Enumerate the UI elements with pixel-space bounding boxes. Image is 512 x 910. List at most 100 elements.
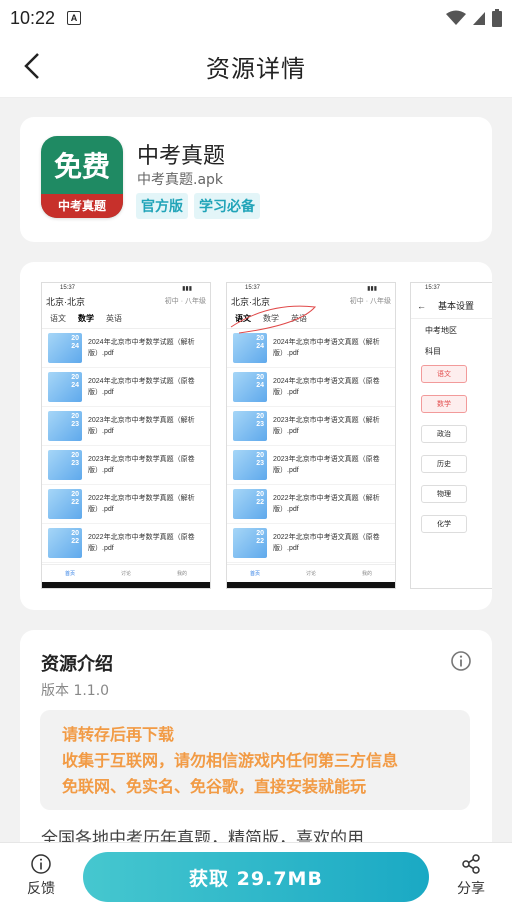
mini-tab: 语文 — [50, 314, 66, 323]
share-icon — [462, 854, 480, 874]
mini-list-item: 20 23 2023年北京市中考数学真题（原卷版）.pdf — [42, 446, 210, 485]
signal-icon — [473, 12, 485, 25]
mini-nav-bar — [42, 582, 210, 588]
app-tags: 官方版 学习必备 — [136, 193, 260, 219]
mini-time: 15:37 — [60, 285, 76, 291]
app-file-name: 中考真题.apk — [137, 172, 224, 188]
tag-study: 学习必备 — [194, 193, 260, 219]
mini-list-item: 20 24 2024年北京市中考数学试题（原卷版）.pdf — [42, 368, 210, 407]
mini-location: 北京·北京 初中 · 八年级 — [42, 293, 210, 309]
app-name: 中考真题 — [137, 144, 226, 169]
mini-item-text: 2024年北京市中考语文真题（原卷版）.pdf — [273, 378, 380, 396]
mini-grade: 初中 · 八年级 — [164, 298, 206, 305]
mini-nav-home: 首页 — [64, 571, 75, 577]
screenshots-card: 15:37 ▮▮▮ 北京·北京 初中 · 八年级 语文 数学 英语 20 24 2024… — [20, 262, 492, 610]
mini-item-text: 2023年北京市中考语文真题（解析版）.pdf — [273, 417, 380, 435]
mini-list-item: 20 23 2023年北京市中考语文真题（原卷版）.pdf — [227, 446, 395, 485]
mini-pill: 化学 — [421, 515, 467, 533]
mini-status: 15:37 ▮▮▮ — [42, 283, 210, 293]
mini-time: 15:37 — [425, 285, 441, 291]
mini-pills: 语文 数学 政治 历史 物理 化学 — [411, 361, 492, 543]
notification-icon: A — [67, 11, 82, 25]
mini-item-text: 2022年北京市中考语文真题（原卷版）.pdf — [273, 534, 380, 552]
mini-title: 基本设置 — [438, 301, 475, 311]
mini-status: 15:37 — [411, 283, 492, 293]
mini-list-item: 20 23 2023年北京市中考数学真题（解析版）.pdf — [42, 407, 210, 446]
mini-pill: 语文 — [421, 365, 467, 383]
mini-list-item: 20 23 2023年北京市中考语文真题（解析版）.pdf — [227, 407, 395, 446]
mini-thumb: 20 24 — [233, 372, 267, 402]
notice-line: 请转存后再下载 — [62, 725, 175, 744]
info-icon[interactable] — [450, 650, 472, 672]
mini-nav-bar — [227, 582, 395, 588]
mini-list-item: 20 24 2024年北京市中考语文真题（原卷版）.pdf — [227, 368, 395, 407]
mini-tab: 英语 — [106, 314, 122, 323]
share-label: 分享 — [457, 881, 485, 897]
mini-thumb: 20 24 — [48, 333, 82, 363]
red-annotation-scribble — [230, 305, 317, 334]
mini-pill: 物理 — [421, 485, 467, 503]
mini-tabs: 语文 数学 英语 — [42, 309, 210, 329]
get-download-button[interactable]: 获取 29.7MB — [83, 852, 429, 902]
mini-thumb: 20 24 — [233, 333, 267, 363]
share-button[interactable]: 分享 — [441, 853, 501, 898]
screenshot-3[interactable]: 15:37 ← 基本设置 中考地区 科目 语文 数学 政治 历史 物理 化学 — [410, 282, 492, 589]
mini-list-item: 20 22 2022年北京市中考语文真题（原卷版）.pdf — [227, 524, 395, 563]
mini-item-text: 2022年北京市中考语文真题（解析版）.pdf — [273, 495, 380, 513]
notice-line: 收集于互联网，请勿相信游戏内任何第三方信息 — [62, 751, 399, 770]
notice-box: 请转存后再下载 收集于互联网，请勿相信游戏内任何第三方信息 免联网、免实名、免谷… — [40, 710, 470, 810]
mini-bottom-nav: 首页 讨论 我的 — [42, 564, 210, 582]
back-arrow-icon — [24, 53, 39, 79]
app-bar: 资源详情 — [0, 36, 512, 98]
mini-thumb: 20 23 — [233, 450, 267, 480]
mini-thumb: 20 24 — [48, 372, 82, 402]
mini-time: 15:37 — [245, 285, 261, 291]
mini-thumb: 20 22 — [233, 528, 267, 558]
mini-pill: 历史 — [421, 455, 467, 473]
feedback-button[interactable]: 反馈 — [11, 853, 71, 898]
mini-list-item: 20 22 2022年北京市中考数学真题（解析版）.pdf — [42, 485, 210, 524]
mini-item-text: 2024年北京市中考数学试题（解析版）.pdf — [88, 339, 195, 357]
mini-item-text: 2022年北京市中考数学真题（解析版）.pdf — [88, 495, 195, 513]
mini-list-item: 20 22 2022年北京市中考语文真题（解析版）.pdf — [227, 485, 395, 524]
mini-label: 科目 — [425, 347, 441, 356]
mini-item-text: 2023年北京市中考语文真题（原卷版）.pdf — [273, 456, 380, 474]
mini-back-icon: ← — [417, 300, 426, 311]
app-icon-band: 中考真题 — [41, 194, 123, 218]
feedback-label: 反馈 — [27, 881, 55, 897]
mini-thumb: 20 23 — [233, 411, 267, 441]
bottom-bar: 反馈 获取 29.7MB 分享 — [0, 842, 512, 910]
mini-list-item: 20 24 2024年北京市中考数学试题（解析版）.pdf — [42, 329, 210, 368]
mini-list-item: 20 22 2022年北京市中考数学真题（原卷版）.pdf — [42, 524, 210, 563]
screenshot-2[interactable]: 15:37 ▮▮▮ 北京·北京 初中 · 八年级 语文 数学 英语 20 24 2024… — [226, 282, 396, 589]
mini-nav-me: 我的 — [176, 571, 187, 577]
mini-item-text: 2022年北京市中考数学真题（原卷版）.pdf — [88, 534, 195, 552]
mini-item-text: 2023年北京市中考数学真题（原卷版）.pdf — [88, 456, 195, 474]
mini-nav-discuss: 讨论 — [120, 571, 131, 577]
mini-thumb: 20 22 — [48, 528, 82, 558]
mini-item-text: 2024年北京市中考语文真题（解析版）.pdf — [273, 339, 380, 357]
mini-location-text: 北京·北京 — [46, 296, 85, 307]
screenshot-1[interactable]: 15:37 ▮▮▮ 北京·北京 初中 · 八年级 语文 数学 英语 20 24 2024… — [41, 282, 211, 589]
mini-thumb: 20 23 — [48, 450, 82, 480]
mini-thumb: 20 23 — [48, 411, 82, 441]
app-icon-text: 免费 — [53, 150, 110, 183]
mini-status: 15:37 ▮▮▮ — [227, 283, 395, 293]
app-info-card: 免费 中考真题 中考真题 中考真题.apk 官方版 学习必备 — [20, 117, 492, 242]
mini-item-text: 2023年北京市中考数学真题（解析版）.pdf — [88, 417, 195, 435]
status-time: 10:22 — [10, 7, 56, 28]
intro-title: 资源介绍 — [41, 654, 113, 675]
back-button[interactable] — [14, 48, 50, 84]
mini-nav-me: 我的 — [361, 571, 372, 577]
mini-label: 中考地区 — [425, 326, 457, 335]
info-icon — [31, 854, 51, 874]
intro-card: 资源介绍 版本 1.1.0 请转存后再下载 收集于互联网，请勿相信游戏内任何第三… — [20, 630, 492, 870]
mini-tab: 数学 — [78, 314, 94, 323]
mini-signal: ▮▮▮ — [367, 286, 377, 292]
mini-pill: 政治 — [421, 425, 467, 443]
page-title: 资源详情 — [206, 55, 306, 83]
mini-grade: 初中 · 八年级 — [349, 298, 391, 305]
wifi-icon — [446, 10, 466, 25]
status-bar: 10:22 A — [0, 0, 512, 36]
mini-thumb: 20 22 — [233, 489, 267, 519]
